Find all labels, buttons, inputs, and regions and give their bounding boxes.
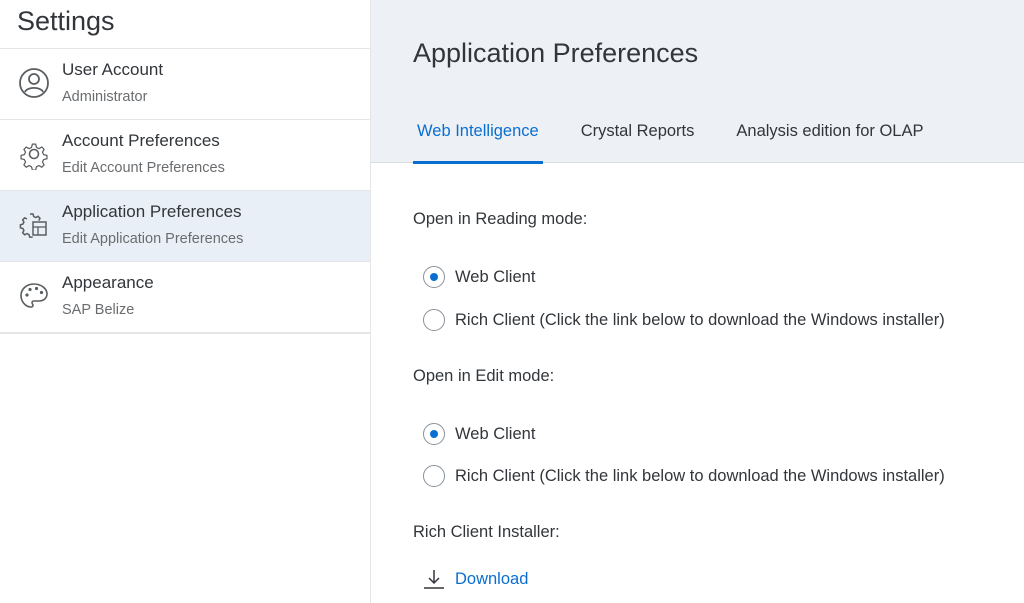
reading-rich-client-radio[interactable]: Rich Client (Click the link below to dow… xyxy=(423,308,945,332)
radio-label: Rich Client (Click the link below to dow… xyxy=(455,466,945,485)
settings-sidebar: Settings User Account Administrator Acco… xyxy=(0,0,371,603)
sidebar-list: User Account Administrator Account Prefe… xyxy=(0,48,370,333)
sidebar-item-sublabel: SAP Belize xyxy=(62,302,135,318)
installer-label: Rich Client Installer: xyxy=(413,523,560,541)
tab-web-intelligence[interactable]: Web Intelligence xyxy=(413,118,543,164)
palette-icon xyxy=(18,280,50,312)
sidebar-item-sublabel: Edit Application Preferences xyxy=(62,231,244,247)
download-link[interactable]: Download xyxy=(423,568,528,590)
sidebar-item-appearance[interactable]: Appearance SAP Belize xyxy=(0,262,370,333)
edit-web-client-radio[interactable]: Web Client xyxy=(423,422,535,446)
edit-mode-label: Open in Edit mode: xyxy=(413,367,555,385)
download-label[interactable]: Download xyxy=(455,570,528,589)
application-preferences-icon xyxy=(18,209,50,241)
gear-icon xyxy=(18,138,50,171)
radio-label: Rich Client (Click the link below to dow… xyxy=(455,310,945,329)
page-title: Application Preferences xyxy=(413,38,699,68)
sidebar-divider xyxy=(0,333,370,334)
radio-label: Web Client xyxy=(455,267,536,286)
edit-rich-client-radio[interactable]: Rich Client (Click the link below to dow… xyxy=(423,464,945,488)
radio-button[interactable] xyxy=(423,309,445,331)
tab-crystal-reports[interactable]: Crystal Reports xyxy=(577,118,695,164)
sidebar-item-sublabel: Administrator xyxy=(62,89,148,105)
radio-button[interactable] xyxy=(423,465,445,487)
radio-button-checked[interactable] xyxy=(423,266,445,288)
sidebar-item-user-account[interactable]: User Account Administrator xyxy=(0,49,370,120)
tab-analysis-edition-olap[interactable]: Analysis edition for OLAP xyxy=(732,118,923,164)
sidebar-item-label: Appearance xyxy=(62,273,154,292)
radio-label: Web Client xyxy=(455,424,536,443)
sidebar-title: Settings xyxy=(17,6,115,36)
user-account-icon xyxy=(18,67,50,99)
page-header: Application Preferences Web Intelligence… xyxy=(371,0,1024,164)
sidebar-item-sublabel: Edit Account Preferences xyxy=(62,160,225,176)
sidebar-item-label: User Account xyxy=(62,60,164,79)
sidebar-item-label: Application Preferences xyxy=(62,202,242,221)
main-panel: Application Preferences Web Intelligence… xyxy=(371,0,1024,603)
sidebar-item-application-preferences[interactable]: Application Preferences Edit Application… xyxy=(0,191,370,262)
download-icon xyxy=(423,568,445,590)
sidebar-item-label: Account Preferences xyxy=(62,131,220,150)
reading-web-client-radio[interactable]: Web Client xyxy=(423,265,535,289)
tab-bar: Web Intelligence Crystal Reports Analysi… xyxy=(413,118,961,164)
reading-mode-label: Open in Reading mode: xyxy=(413,210,588,228)
radio-button-checked[interactable] xyxy=(423,423,445,445)
sidebar-item-account-preferences[interactable]: Account Preferences Edit Account Prefere… xyxy=(0,120,370,191)
